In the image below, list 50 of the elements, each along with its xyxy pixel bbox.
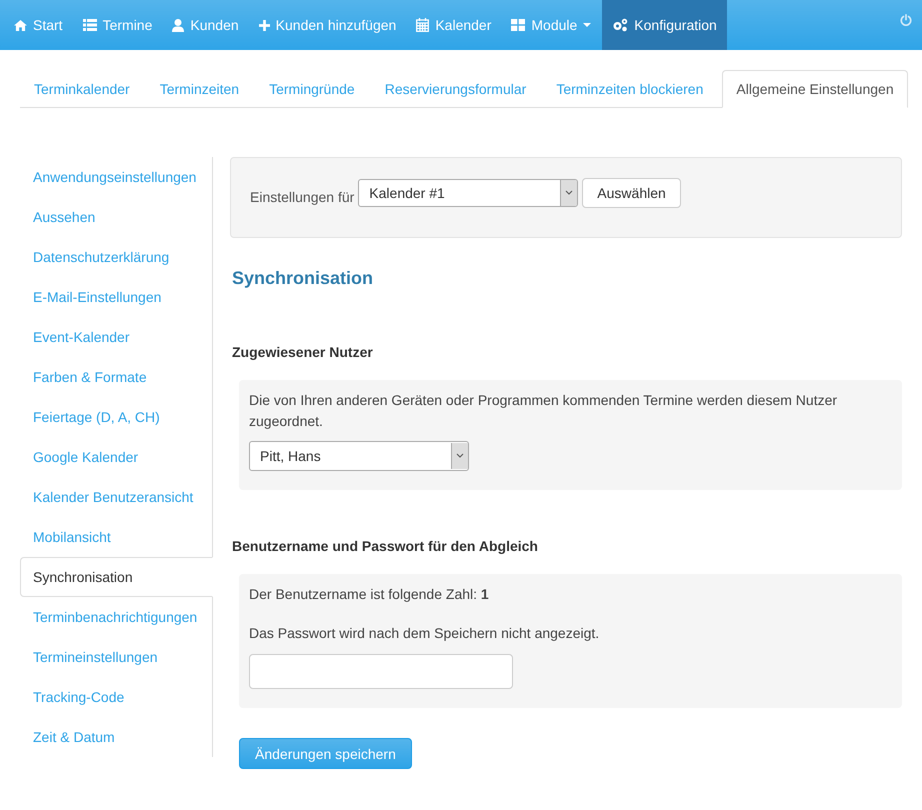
sidebar-item[interactable]: Datenschutzerklärung bbox=[20, 237, 213, 277]
save-button[interactable]: Änderungen speichern bbox=[239, 738, 412, 769]
list-icon bbox=[82, 19, 97, 31]
select-button[interactable]: Auswählen bbox=[582, 178, 681, 208]
tab[interactable]: Terminzeiten blockieren bbox=[542, 70, 718, 108]
plus-icon bbox=[258, 20, 270, 30]
section-heading: Synchronisation bbox=[232, 268, 374, 289]
sidebar-item[interactable]: Termineinstellungen bbox=[20, 637, 213, 677]
power-icon[interactable] bbox=[900, 14, 912, 26]
nav-item[interactable]: Kunden bbox=[163, 0, 248, 50]
sidebar-item[interactable]: Zeit & Datum bbox=[20, 717, 213, 757]
sidebar-item[interactable]: E-Mail-Einstellungen bbox=[20, 277, 213, 317]
tab[interactable]: Terminzeiten bbox=[146, 70, 254, 108]
password-note: Das Passwort wird nach dem Speichern nicht angezeigt. bbox=[249, 624, 600, 643]
tab[interactable]: Allgemeine Einstellungen bbox=[722, 70, 908, 108]
sidebar-item[interactable]: Aussehen bbox=[20, 197, 213, 237]
chevron-icon bbox=[451, 443, 468, 469]
user-select[interactable]: Pitt, Hans bbox=[249, 441, 469, 471]
tab[interactable]: Terminkalender bbox=[20, 70, 144, 108]
sidebar-item[interactable]: Kalender Benutzeransicht bbox=[20, 477, 213, 517]
sidebar-item[interactable]: Event-Kalender bbox=[20, 317, 213, 357]
sidebar-item[interactable]: Anwendungseinstellungen bbox=[20, 157, 213, 197]
subsection-heading: Zugewiesener Nutzer bbox=[232, 344, 374, 360]
chevron-icon bbox=[560, 180, 578, 206]
tab[interactable]: Reservierungsformular bbox=[370, 70, 540, 108]
password-field[interactable] bbox=[249, 654, 513, 689]
home-icon bbox=[14, 20, 27, 30]
sidebar-item[interactable]: Google Kalender bbox=[20, 437, 213, 477]
description-text: Die von Ihren anderen Geräten oder Programmen kommenden Termine werden diesem Nutzer zugeordnet. bbox=[249, 391, 838, 431]
nav-item[interactable]: Termine bbox=[74, 0, 162, 50]
nav-item[interactable]: Start bbox=[5, 0, 72, 50]
username-text: Der Benutzername ist folgende Zahl: 1 bbox=[249, 585, 490, 604]
nav-item[interactable]: Kunden hinzufügen bbox=[250, 0, 406, 50]
nav-item[interactable]: Kalender bbox=[407, 0, 500, 50]
sidebar-item[interactable]: Mobilansicht bbox=[20, 517, 213, 557]
grid-icon bbox=[511, 19, 526, 31]
tab[interactable]: Termingründe bbox=[255, 70, 369, 108]
sidebar-item[interactable]: Feiertage (D, A, CH) bbox=[20, 397, 213, 437]
user-icon bbox=[172, 18, 184, 32]
sidebar-item[interactable]: Terminbenachrichtigungen bbox=[20, 597, 213, 637]
sidebar-item[interactable]: Tracking-Code bbox=[20, 677, 213, 717]
subsection-heading: Benutzername und Passwort für den Abgleich bbox=[232, 538, 539, 554]
calendar-icon bbox=[416, 18, 430, 32]
sidebar-item[interactable]: Synchronisation bbox=[20, 557, 213, 597]
nav-item[interactable]: Module bbox=[502, 0, 600, 50]
gears-icon bbox=[612, 18, 628, 32]
settings-label: Einstellungen für bbox=[250, 189, 354, 205]
nav-item[interactable]: Konfiguration bbox=[602, 0, 727, 50]
sidebar-item[interactable]: Farben & Formate bbox=[20, 357, 213, 397]
calendar-select[interactable]: Kalender #1 bbox=[358, 179, 578, 207]
